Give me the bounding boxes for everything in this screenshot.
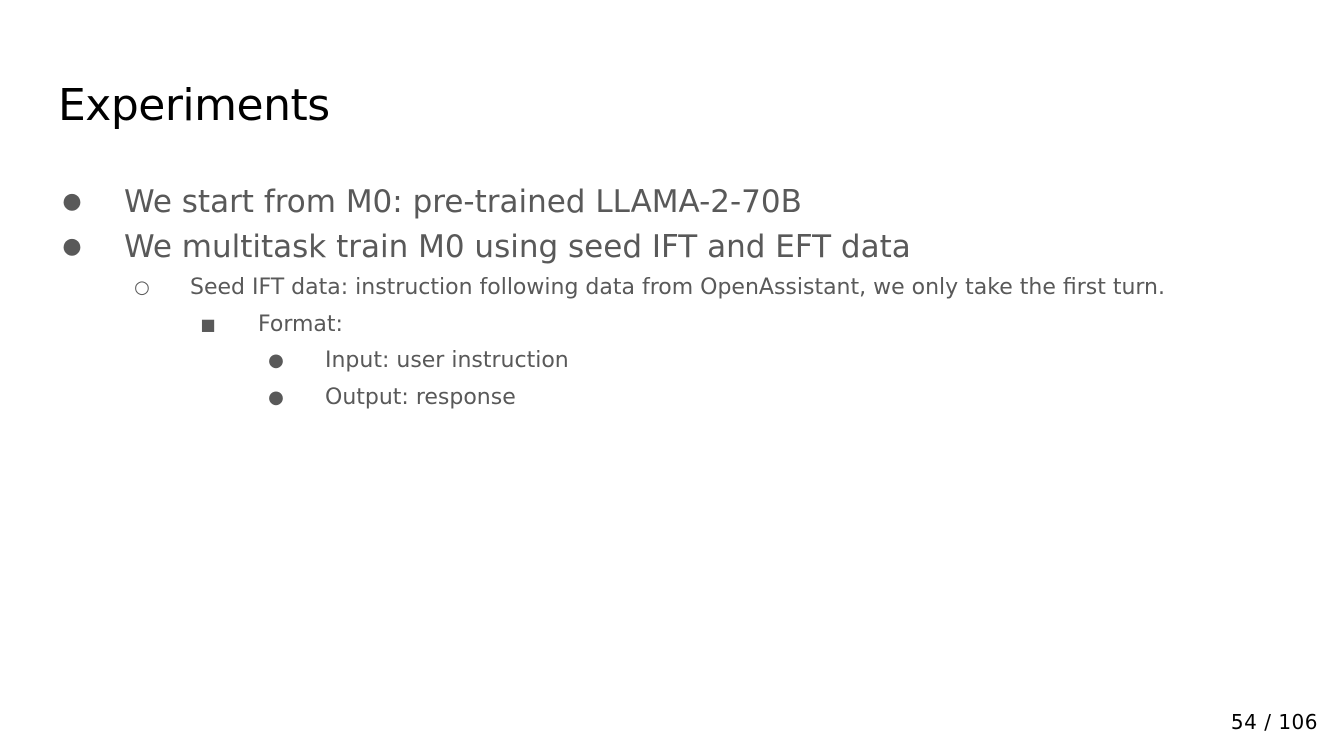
bullet-marker: ● [268, 350, 284, 371]
bullet-text: Input: user instruction [325, 348, 569, 373]
bullet-marker: ○ [134, 277, 150, 298]
bullet-marker: ● [62, 189, 82, 214]
bullet-item: ● We start from M0: pre-trained LLAMA-2-… [62, 182, 802, 222]
bullet-item: ● Input: user instruction [268, 345, 569, 377]
bullet-item: ○ Seed IFT data: instruction following d… [134, 272, 1165, 304]
bullet-item: ■ Format: [200, 309, 343, 341]
bullet-item: ● Output: response [268, 382, 516, 414]
bullet-marker: ■ [200, 315, 216, 334]
bullet-marker: ● [62, 234, 82, 259]
bullet-text: Seed IFT data: instruction following dat… [190, 275, 1165, 300]
page-number: 54 / 106 [1230, 710, 1318, 734]
bullet-text: Output: response [325, 385, 516, 410]
bullet-text: Format: [258, 312, 343, 337]
bullet-item: ● We multitask train M0 using seed IFT a… [62, 227, 911, 267]
slide-title: Experiments [58, 80, 330, 131]
bullet-text: We multitask train M0 using seed IFT and… [124, 229, 911, 265]
bullet-marker: ● [268, 387, 284, 408]
slide: Experiments ● We start from M0: pre-trai… [0, 0, 1334, 750]
bullet-text: We start from M0: pre-trained LLAMA-2-70… [124, 184, 802, 220]
